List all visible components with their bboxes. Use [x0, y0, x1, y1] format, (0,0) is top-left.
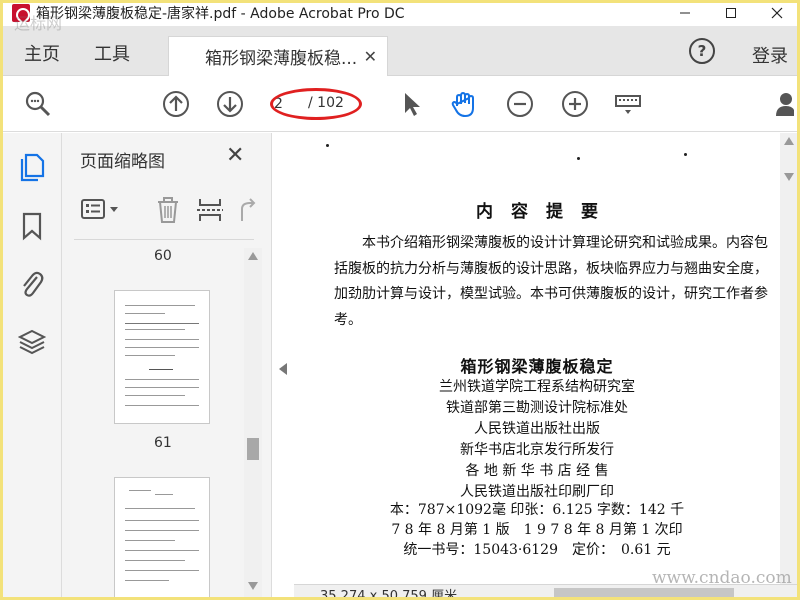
- thumbnail-options-icon[interactable]: [80, 195, 124, 225]
- maximize-button[interactable]: [708, 0, 754, 26]
- window-controls: [662, 0, 800, 26]
- document-scrollbar[interactable]: [780, 133, 798, 584]
- zoom-in-icon[interactable]: [561, 90, 589, 118]
- publication-line: 兰州铁道学院工程系结构研究室: [439, 379, 635, 395]
- close-tab-icon[interactable]: ✕: [364, 47, 377, 66]
- minimize-icon: [680, 12, 690, 14]
- search-icon[interactable]: [24, 90, 52, 118]
- bookmarks-icon[interactable]: [18, 211, 46, 241]
- help-icon[interactable]: ?: [689, 38, 715, 64]
- watermark-top: 运标网: [14, 14, 63, 33]
- collapse-arrow-icon[interactable]: [279, 363, 287, 375]
- scan-speck: [684, 153, 687, 156]
- document-page: 内容提要 本书介绍箱形钢梁薄腹板的设计计算理论研究和试验成果。内容包括腹板的抗力…: [294, 133, 780, 584]
- next-page-icon[interactable]: [216, 90, 244, 118]
- book-title: 箱形钢梁薄腹板稳定: [460, 357, 614, 376]
- close-window-button[interactable]: [754, 0, 800, 26]
- delete-page-icon[interactable]: [154, 195, 182, 225]
- minimize-button[interactable]: [662, 0, 708, 26]
- scrollbar-thumb[interactable]: [247, 438, 259, 460]
- horizontal-scrollbar-thumb[interactable]: [554, 588, 734, 598]
- publication-line: 新华书店北京发行所发行: [460, 442, 614, 458]
- scroll-down-icon[interactable]: [248, 582, 258, 590]
- page-thumbnail[interactable]: [114, 290, 210, 424]
- doc-scroll-down-icon[interactable]: [784, 173, 794, 181]
- document-tab-label: 箱形钢梁薄腹板稳...: [205, 49, 358, 69]
- panel-divider: [74, 239, 254, 240]
- keyboard-icon[interactable]: [614, 90, 642, 118]
- tools-menu[interactable]: 工具: [94, 40, 130, 66]
- publication-line: 各 地 新 华 书 店 经 售: [465, 463, 609, 479]
- document-heading: 内容提要: [476, 202, 616, 222]
- login-button[interactable]: 登录: [752, 42, 788, 68]
- thumbnail-scrollbar[interactable]: [244, 248, 262, 600]
- panel-title: 页面缩略图: [80, 152, 165, 172]
- publication-line: 铁道部第三勘测设计院标准处: [446, 400, 628, 416]
- doc-scroll-up-icon[interactable]: [784, 137, 794, 145]
- publication-line: 7 8 年 8 月第 1 版 1 9 7 8 年 8 月第 1 次印: [391, 522, 683, 538]
- page-thumbnails-icon[interactable]: [18, 153, 46, 183]
- scan-speck: [577, 157, 580, 160]
- watermark-bottom: www.cndao.com: [652, 568, 792, 588]
- close-icon: [771, 7, 783, 19]
- scroll-up-icon[interactable]: [248, 252, 258, 260]
- extract-pages-icon[interactable]: [196, 195, 224, 225]
- publication-line: 本：787×1092毫 印张：6.125 字数：142 千: [389, 502, 685, 518]
- document-summary: 本书介绍箱形钢梁薄腹板的设计计算理论研究和试验成果。内容包括腹板的抗力分析与薄腹…: [334, 235, 768, 328]
- title-bar: 箱形钢梁薄腹板稳定-唐家祥.pdf - Adobe Acrobat Pro DC: [0, 0, 800, 26]
- home-menu[interactable]: 主页: [24, 40, 60, 66]
- select-cursor-icon[interactable]: [398, 90, 426, 118]
- panel-collapse-handle[interactable]: [272, 133, 294, 600]
- publication-line: 人民铁道出版社印刷厂印: [460, 484, 614, 500]
- maximize-icon: [726, 8, 736, 18]
- menu-bar: 主页 工具 箱形钢梁薄腹板稳... ✕ ? 登录: [0, 26, 800, 76]
- publication-line: 人民铁道出版社出版: [474, 421, 600, 437]
- page-thumbnail[interactable]: [114, 477, 210, 600]
- share-user-icon[interactable]: [774, 90, 800, 118]
- previous-page-icon[interactable]: [162, 90, 190, 118]
- hand-tool-icon[interactable]: [450, 90, 478, 118]
- toolbar: / 102: [0, 76, 800, 132]
- thumbnail-page-number: 60: [154, 248, 172, 264]
- window-title: 箱形钢梁薄腹板稳定-唐家祥.pdf - Adobe Acrobat Pro DC: [36, 6, 405, 22]
- close-panel-icon[interactable]: ✕: [226, 143, 244, 168]
- thumbnail-page-number: 61: [154, 435, 172, 451]
- attachments-icon[interactable]: [18, 269, 46, 299]
- scan-speck: [326, 144, 329, 147]
- annotation-ellipse: [270, 88, 362, 120]
- navigation-rail: [0, 133, 62, 600]
- publication-line: 统一书号：15043·6129 定价： 0.61 元: [403, 542, 671, 558]
- thumbnails-panel: 页面缩略图 ✕ 60 61: [62, 133, 272, 600]
- page-dimensions: 35.274 x 50.759 厘米: [320, 589, 458, 600]
- layers-icon[interactable]: [18, 327, 46, 357]
- rotate-page-icon[interactable]: [234, 195, 258, 225]
- document-tab[interactable]: 箱形钢梁薄腹板稳... ✕: [168, 36, 388, 76]
- document-view[interactable]: 内容提要 本书介绍箱形钢梁薄腹板的设计计算理论研究和试验成果。内容包括腹板的抗力…: [294, 133, 780, 584]
- zoom-out-icon[interactable]: [506, 90, 534, 118]
